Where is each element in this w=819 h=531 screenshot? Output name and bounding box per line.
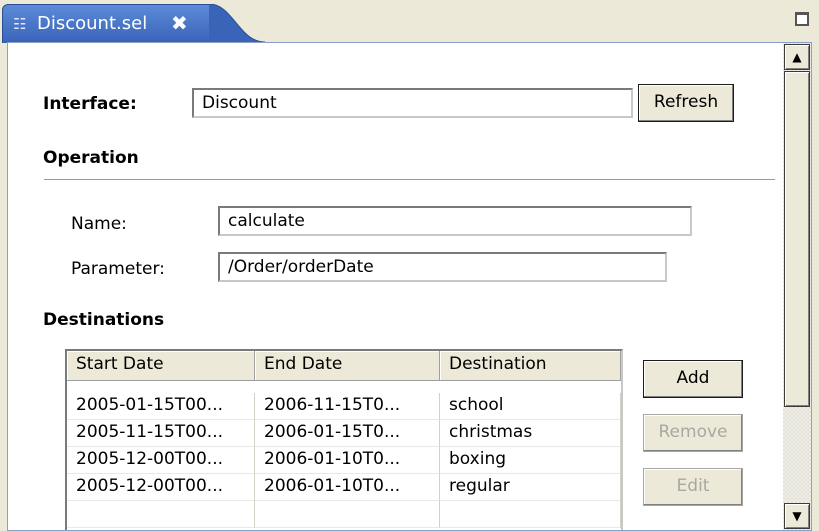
tab-curve [209,4,265,42]
close-icon[interactable]: ✖ [171,11,188,35]
cell-destination: christmas [440,420,621,447]
vertical-scrollbar[interactable]: ▲ ▼ [783,43,811,530]
destinations-table[interactable]: Start Date End Date Destination 2005-01-… [65,349,623,530]
operation-separator [44,179,775,180]
cell-destination [440,501,621,528]
table-row-empty[interactable] [67,501,621,528]
editor-window: ☷ Discount.sel ✖ Interface: Discount Ref… [0,0,819,531]
column-header-start-date[interactable]: Start Date [67,351,255,381]
interface-input[interactable]: Discount [192,88,633,118]
cell-start-date: 2005-12-00T00... [67,474,255,501]
table-row[interactable]: 2005-12-00T00... 2006-01-10T0... regular [67,474,621,501]
cell-destination: boxing [440,447,621,474]
editor-area: Interface: Discount Refresh Operation Na… [7,42,812,531]
cell-end-date: 2006-11-15T0... [255,393,440,420]
cell-end-date [255,501,440,528]
interface-label: Interface: [43,94,137,114]
cell-start-date: 2005-12-00T00... [67,447,255,474]
table-row[interactable]: 2005-01-15T00... 2006-11-15T0... school [67,393,621,420]
scroll-up-icon[interactable]: ▲ [784,44,810,70]
cell-end-date: 2006-01-10T0... [255,447,440,474]
name-input[interactable]: calculate [218,206,692,236]
tab-discount-sel[interactable]: ☷ Discount.sel ✖ [2,4,212,43]
name-label: Name: [71,214,127,234]
column-header-end-date[interactable]: End Date [255,351,440,381]
cell-start-date [67,501,255,528]
cell-start-date: 2005-11-15T00... [67,420,255,447]
maximize-icon[interactable] [795,12,809,26]
edit-button[interactable]: Edit [643,468,743,506]
table-row[interactable]: 2005-12-00T00... 2006-01-10T0... boxing [67,447,621,474]
remove-button[interactable]: Remove [643,414,743,452]
destinations-heading: Destinations [43,310,165,330]
cell-end-date: 2006-01-15T0... [255,420,440,447]
editor-content: Interface: Discount Refresh Operation Na… [8,43,783,530]
cell-destination: school [440,393,621,420]
table-row[interactable]: 2005-11-15T00... 2006-01-15T0... christm… [67,420,621,447]
table-header: Start Date End Date Destination [67,351,621,381]
selector-file-icon: ☷ [13,15,27,33]
cell-end-date: 2006-01-10T0... [255,474,440,501]
tab-label: Discount.sel [37,13,148,34]
scrollbar-thumb[interactable] [784,71,810,407]
column-header-destination[interactable]: Destination [440,351,621,381]
parameter-label: Parameter: [71,259,165,279]
refresh-button[interactable]: Refresh [638,84,734,122]
parameter-input[interactable]: /Order/orderDate [218,252,667,282]
cell-start-date: 2005-01-15T00... [67,393,255,420]
add-button[interactable]: Add [643,360,743,398]
cell-destination: regular [440,474,621,501]
scroll-down-icon[interactable]: ▼ [784,503,810,529]
tab-bar: ☷ Discount.sel ✖ [0,0,819,43]
operation-heading: Operation [43,148,139,168]
